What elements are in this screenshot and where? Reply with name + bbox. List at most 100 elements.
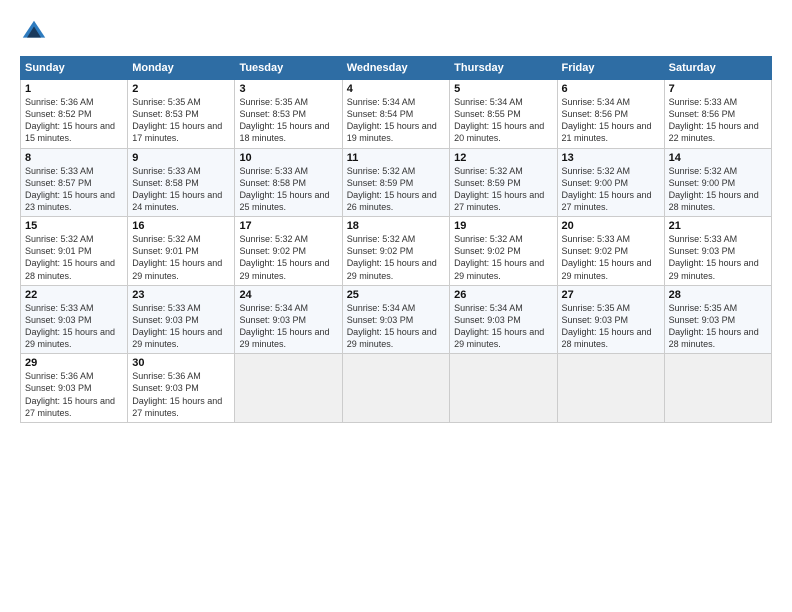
table-row: 22 Sunrise: 5:33 AM Sunset: 9:03 PM Dayl… bbox=[21, 285, 128, 354]
table-row: 18 Sunrise: 5:32 AM Sunset: 9:02 PM Dayl… bbox=[342, 217, 449, 286]
header bbox=[20, 18, 772, 46]
day-number: 15 bbox=[25, 220, 123, 232]
table-row: 28 Sunrise: 5:35 AM Sunset: 9:03 PM Dayl… bbox=[664, 285, 771, 354]
day-number: 30 bbox=[132, 357, 230, 369]
day-info: Sunrise: 5:33 AM Sunset: 9:03 PM Dayligh… bbox=[25, 302, 123, 351]
table-row: 4 Sunrise: 5:34 AM Sunset: 8:54 PM Dayli… bbox=[342, 80, 449, 149]
table-row: 15 Sunrise: 5:32 AM Sunset: 9:01 PM Dayl… bbox=[21, 217, 128, 286]
day-info: Sunrise: 5:32 AM Sunset: 9:02 PM Dayligh… bbox=[454, 233, 552, 282]
day-info: Sunrise: 5:32 AM Sunset: 9:02 PM Dayligh… bbox=[347, 233, 445, 282]
day-info: Sunrise: 5:33 AM Sunset: 9:03 PM Dayligh… bbox=[132, 302, 230, 351]
day-info: Sunrise: 5:33 AM Sunset: 9:03 PM Dayligh… bbox=[669, 233, 767, 282]
table-row: 30 Sunrise: 5:36 AM Sunset: 9:03 PM Dayl… bbox=[128, 354, 235, 423]
col-friday: Friday bbox=[557, 57, 664, 80]
table-row: 21 Sunrise: 5:33 AM Sunset: 9:03 PM Dayl… bbox=[664, 217, 771, 286]
table-row: 17 Sunrise: 5:32 AM Sunset: 9:02 PM Dayl… bbox=[235, 217, 342, 286]
day-info: Sunrise: 5:34 AM Sunset: 9:03 PM Dayligh… bbox=[239, 302, 337, 351]
table-row: 5 Sunrise: 5:34 AM Sunset: 8:55 PM Dayli… bbox=[450, 80, 557, 149]
page: Sunday Monday Tuesday Wednesday Thursday… bbox=[0, 0, 792, 433]
table-row: 10 Sunrise: 5:33 AM Sunset: 8:58 PM Dayl… bbox=[235, 148, 342, 217]
table-row bbox=[342, 354, 449, 423]
calendar-week-row: 22 Sunrise: 5:33 AM Sunset: 9:03 PM Dayl… bbox=[21, 285, 772, 354]
logo bbox=[20, 18, 52, 46]
day-number: 18 bbox=[347, 220, 445, 232]
table-row: 2 Sunrise: 5:35 AM Sunset: 8:53 PM Dayli… bbox=[128, 80, 235, 149]
day-number: 7 bbox=[669, 83, 767, 95]
day-number: 27 bbox=[562, 289, 660, 301]
day-number: 24 bbox=[239, 289, 337, 301]
table-row: 12 Sunrise: 5:32 AM Sunset: 8:59 PM Dayl… bbox=[450, 148, 557, 217]
day-number: 3 bbox=[239, 83, 337, 95]
day-number: 26 bbox=[454, 289, 552, 301]
day-info: Sunrise: 5:32 AM Sunset: 9:00 PM Dayligh… bbox=[669, 165, 767, 214]
table-row: 1 Sunrise: 5:36 AM Sunset: 8:52 PM Dayli… bbox=[21, 80, 128, 149]
day-info: Sunrise: 5:33 AM Sunset: 8:58 PM Dayligh… bbox=[132, 165, 230, 214]
col-saturday: Saturday bbox=[664, 57, 771, 80]
day-number: 16 bbox=[132, 220, 230, 232]
table-row: 27 Sunrise: 5:35 AM Sunset: 9:03 PM Dayl… bbox=[557, 285, 664, 354]
day-info: Sunrise: 5:33 AM Sunset: 8:56 PM Dayligh… bbox=[669, 96, 767, 145]
col-thursday: Thursday bbox=[450, 57, 557, 80]
day-number: 5 bbox=[454, 83, 552, 95]
day-number: 12 bbox=[454, 152, 552, 164]
day-number: 10 bbox=[239, 152, 337, 164]
table-row: 13 Sunrise: 5:32 AM Sunset: 9:00 PM Dayl… bbox=[557, 148, 664, 217]
table-row: 7 Sunrise: 5:33 AM Sunset: 8:56 PM Dayli… bbox=[664, 80, 771, 149]
day-number: 23 bbox=[132, 289, 230, 301]
table-row: 29 Sunrise: 5:36 AM Sunset: 9:03 PM Dayl… bbox=[21, 354, 128, 423]
day-number: 1 bbox=[25, 83, 123, 95]
day-info: Sunrise: 5:32 AM Sunset: 8:59 PM Dayligh… bbox=[454, 165, 552, 214]
table-row: 6 Sunrise: 5:34 AM Sunset: 8:56 PM Dayli… bbox=[557, 80, 664, 149]
table-row: 8 Sunrise: 5:33 AM Sunset: 8:57 PM Dayli… bbox=[21, 148, 128, 217]
col-sunday: Sunday bbox=[21, 57, 128, 80]
day-info: Sunrise: 5:32 AM Sunset: 9:01 PM Dayligh… bbox=[25, 233, 123, 282]
day-info: Sunrise: 5:32 AM Sunset: 8:59 PM Dayligh… bbox=[347, 165, 445, 214]
day-number: 6 bbox=[562, 83, 660, 95]
table-row: 11 Sunrise: 5:32 AM Sunset: 8:59 PM Dayl… bbox=[342, 148, 449, 217]
day-info: Sunrise: 5:34 AM Sunset: 9:03 PM Dayligh… bbox=[347, 302, 445, 351]
logo-icon bbox=[20, 18, 48, 46]
day-info: Sunrise: 5:36 AM Sunset: 9:03 PM Dayligh… bbox=[25, 370, 123, 419]
day-info: Sunrise: 5:35 AM Sunset: 8:53 PM Dayligh… bbox=[239, 96, 337, 145]
table-row: 23 Sunrise: 5:33 AM Sunset: 9:03 PM Dayl… bbox=[128, 285, 235, 354]
table-row bbox=[235, 354, 342, 423]
day-info: Sunrise: 5:33 AM Sunset: 9:02 PM Dayligh… bbox=[562, 233, 660, 282]
day-info: Sunrise: 5:35 AM Sunset: 9:03 PM Dayligh… bbox=[669, 302, 767, 351]
table-row bbox=[664, 354, 771, 423]
day-info: Sunrise: 5:34 AM Sunset: 8:56 PM Dayligh… bbox=[562, 96, 660, 145]
day-info: Sunrise: 5:33 AM Sunset: 8:57 PM Dayligh… bbox=[25, 165, 123, 214]
calendar-week-row: 1 Sunrise: 5:36 AM Sunset: 8:52 PM Dayli… bbox=[21, 80, 772, 149]
col-tuesday: Tuesday bbox=[235, 57, 342, 80]
day-number: 8 bbox=[25, 152, 123, 164]
day-number: 28 bbox=[669, 289, 767, 301]
day-number: 4 bbox=[347, 83, 445, 95]
day-number: 2 bbox=[132, 83, 230, 95]
calendar-week-row: 29 Sunrise: 5:36 AM Sunset: 9:03 PM Dayl… bbox=[21, 354, 772, 423]
day-info: Sunrise: 5:32 AM Sunset: 9:01 PM Dayligh… bbox=[132, 233, 230, 282]
calendar-table: Sunday Monday Tuesday Wednesday Thursday… bbox=[20, 56, 772, 423]
day-number: 14 bbox=[669, 152, 767, 164]
day-number: 25 bbox=[347, 289, 445, 301]
day-number: 13 bbox=[562, 152, 660, 164]
day-info: Sunrise: 5:32 AM Sunset: 9:00 PM Dayligh… bbox=[562, 165, 660, 214]
calendar-week-row: 15 Sunrise: 5:32 AM Sunset: 9:01 PM Dayl… bbox=[21, 217, 772, 286]
day-number: 29 bbox=[25, 357, 123, 369]
table-row: 26 Sunrise: 5:34 AM Sunset: 9:03 PM Dayl… bbox=[450, 285, 557, 354]
day-info: Sunrise: 5:34 AM Sunset: 9:03 PM Dayligh… bbox=[454, 302, 552, 351]
day-number: 11 bbox=[347, 152, 445, 164]
table-row bbox=[557, 354, 664, 423]
day-number: 21 bbox=[669, 220, 767, 232]
day-info: Sunrise: 5:34 AM Sunset: 8:54 PM Dayligh… bbox=[347, 96, 445, 145]
day-info: Sunrise: 5:36 AM Sunset: 9:03 PM Dayligh… bbox=[132, 370, 230, 419]
day-number: 17 bbox=[239, 220, 337, 232]
day-number: 9 bbox=[132, 152, 230, 164]
day-info: Sunrise: 5:32 AM Sunset: 9:02 PM Dayligh… bbox=[239, 233, 337, 282]
table-row: 3 Sunrise: 5:35 AM Sunset: 8:53 PM Dayli… bbox=[235, 80, 342, 149]
table-row bbox=[450, 354, 557, 423]
day-number: 20 bbox=[562, 220, 660, 232]
table-row: 16 Sunrise: 5:32 AM Sunset: 9:01 PM Dayl… bbox=[128, 217, 235, 286]
day-info: Sunrise: 5:34 AM Sunset: 8:55 PM Dayligh… bbox=[454, 96, 552, 145]
day-info: Sunrise: 5:35 AM Sunset: 9:03 PM Dayligh… bbox=[562, 302, 660, 351]
day-number: 19 bbox=[454, 220, 552, 232]
day-info: Sunrise: 5:35 AM Sunset: 8:53 PM Dayligh… bbox=[132, 96, 230, 145]
